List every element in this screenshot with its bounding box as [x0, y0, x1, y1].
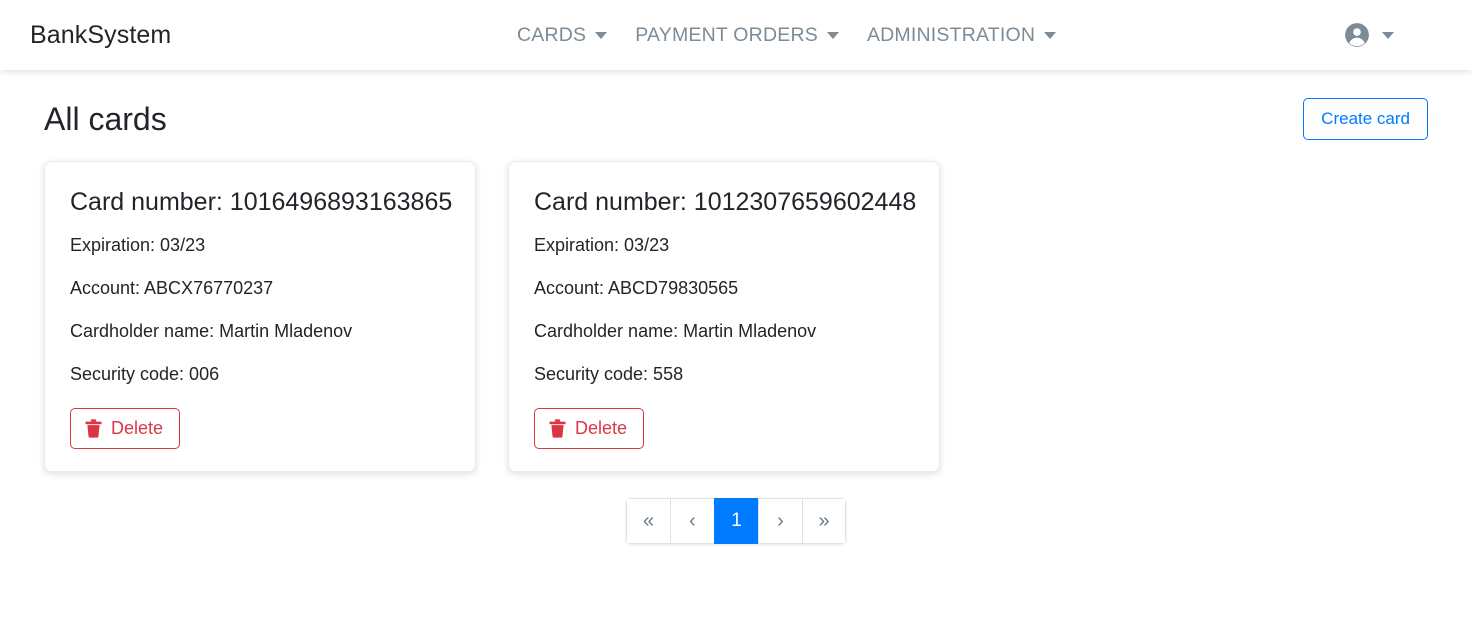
pagination-container: « ‹ 1 › »: [30, 472, 1442, 545]
card-expiration: Expiration: 03/23: [534, 234, 670, 255]
delete-button-label: Delete: [575, 417, 628, 438]
delete-card-button[interactable]: Delete: [534, 407, 645, 450]
card-account: Account: ABCD79830565: [534, 278, 739, 299]
card-item: Card number: 1012307659602448 Expiration…: [508, 161, 940, 473]
create-card-button[interactable]: Create card: [1303, 98, 1428, 141]
trash-icon: [549, 419, 566, 438]
card-number: Card number: 1012307659602448: [534, 188, 917, 217]
delete-button-label: Delete: [111, 417, 164, 438]
card-cardholder-name: Cardholder name: Martin Mladenov: [70, 321, 353, 342]
pagination-last-button[interactable]: »: [802, 498, 846, 545]
card-account: Account: ABCX76770237: [70, 278, 274, 299]
account-circle-icon: [1344, 22, 1370, 48]
navbar: BankSystem CARDS PAYMENT ORDERS ADMINIST…: [0, 0, 1472, 70]
pagination-next-button[interactable]: ›: [758, 498, 802, 545]
chevron-down-icon: [1382, 31, 1394, 39]
chevron-down-icon: [1044, 31, 1057, 39]
nav-item-cards[interactable]: CARDS: [517, 24, 621, 47]
pagination-first-button[interactable]: «: [626, 498, 670, 545]
chevron-down-icon: [595, 31, 608, 39]
pagination-page-1[interactable]: 1: [714, 498, 758, 545]
account-menu[interactable]: [1344, 0, 1394, 70]
nav-item-administration[interactable]: ADMINISTRATION: [853, 24, 1070, 47]
card-item: Card number: 1016496893163865 Expiration…: [44, 161, 476, 473]
chevron-down-icon: [826, 31, 839, 39]
pagination-prev-button[interactable]: ‹: [670, 498, 714, 545]
card-number: Card number: 1016496893163865: [70, 188, 453, 217]
page-content: All cards Create card Card number: 10164…: [0, 70, 1472, 620]
page-title: All cards: [44, 101, 167, 137]
card-security-code: Security code: 006: [70, 364, 220, 385]
trash-icon: [85, 419, 102, 438]
nav-item-label: CARDS: [517, 23, 587, 46]
pagination: « ‹ 1 › »: [626, 498, 846, 545]
main-navigation: CARDS PAYMENT ORDERS ADMINISTRATION: [517, 0, 1070, 70]
card-expiration: Expiration: 03/23: [70, 234, 206, 255]
nav-item-label: ADMINISTRATION: [866, 23, 1036, 46]
card-security-code: Security code: 558: [534, 364, 684, 385]
card-list: Card number: 1016496893163865 Expiration…: [30, 140, 1442, 473]
nav-item-payment-orders[interactable]: PAYMENT ORDERS: [621, 24, 853, 47]
brand-logo[interactable]: BankSystem: [30, 21, 171, 50]
nav-item-label: PAYMENT ORDERS: [635, 23, 818, 46]
delete-card-button[interactable]: Delete: [70, 407, 181, 450]
card-cardholder-name: Cardholder name: Martin Mladenov: [534, 321, 817, 342]
page-header: All cards Create card: [30, 70, 1442, 141]
